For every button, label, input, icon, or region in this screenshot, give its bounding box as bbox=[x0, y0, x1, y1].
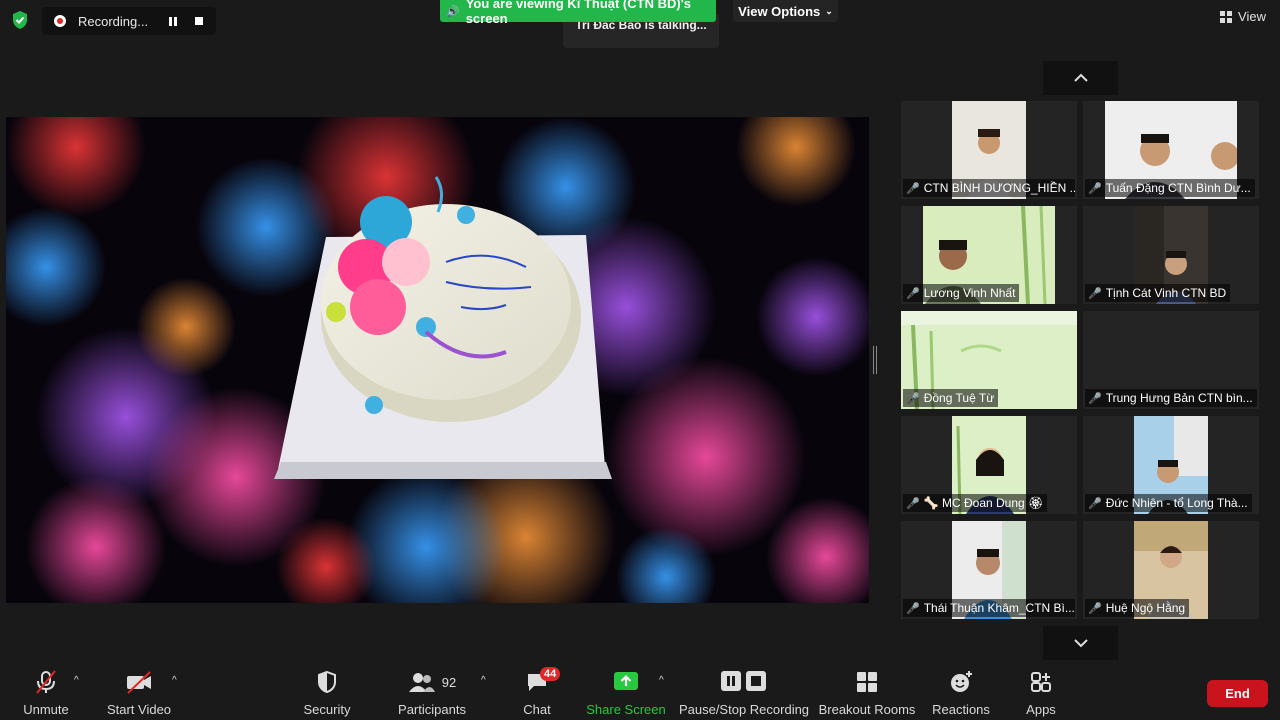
muted-mic-icon: 🎤 bbox=[1088, 287, 1102, 300]
participant-tile[interactable]: 🎤 Thái Thuận Khâm_CTN Bì... bbox=[901, 521, 1077, 619]
participant-tile[interactable]: 🎤 Trung Hưng Bản CTN bìn... bbox=[1083, 311, 1259, 409]
participant-name: 🎤 Tịnh Cát Vinh CTN BD bbox=[1085, 284, 1231, 302]
grid-view-icon bbox=[1220, 10, 1233, 23]
chevron-up-icon bbox=[1073, 73, 1088, 82]
participant-name: 🎤 Lương Vinh Nhất bbox=[903, 284, 1020, 302]
zoom-meeting-window: Recording... Trí Đắc Bảo is talking... 🔊… bbox=[0, 0, 1280, 720]
reactions-icon bbox=[951, 671, 972, 692]
speaker-icon: 🔊 bbox=[446, 5, 460, 18]
participant-tile[interactable]: 🎤 Huệ Ngộ Hằng bbox=[1083, 521, 1259, 619]
participant-name: 🎤 🦴 MC Đoan Dung 🏵 bbox=[903, 494, 1048, 512]
chevron-down-icon bbox=[1073, 639, 1088, 648]
participants-icon bbox=[408, 673, 435, 692]
stop-recording-button[interactable] bbox=[188, 10, 210, 32]
gallery-next-button[interactable] bbox=[1043, 626, 1118, 660]
encryption-shield-icon[interactable] bbox=[8, 8, 32, 32]
pause-icon bbox=[169, 16, 177, 26]
share-screen-button[interactable]: Share Screen bbox=[586, 669, 666, 717]
muted-mic-icon: 🎤 bbox=[906, 182, 920, 195]
participant-name: 🎤 Tuấn Đặng CTN Bình Dư... bbox=[1085, 179, 1255, 197]
participant-tile[interactable]: 🎤 Tịnh Cát Vinh CTN BD bbox=[1083, 206, 1259, 304]
security-button[interactable]: Security bbox=[303, 669, 351, 717]
meeting-toolbar: Unmute ^ Start Video ^ Security 92 Parti… bbox=[0, 661, 1280, 720]
recording-status: Recording... bbox=[42, 7, 216, 35]
video-options-caret-icon[interactable]: ^ bbox=[172, 675, 177, 686]
security-label: Security bbox=[303, 702, 351, 717]
share-screen-icon bbox=[614, 672, 638, 690]
participant-name: 🎤 Trung Hưng Bản CTN bìn... bbox=[1085, 389, 1257, 407]
end-meeting-button[interactable]: End bbox=[1207, 680, 1268, 707]
participant-tile[interactable]: 🎤 Đồng Tuệ Từ bbox=[901, 311, 1077, 409]
security-shield-icon bbox=[318, 670, 336, 694]
recording-label: Recording... bbox=[78, 13, 149, 29]
chevron-down-icon: ⌄ bbox=[825, 5, 833, 16]
recording-control-label: Pause/Stop Recording bbox=[678, 702, 810, 717]
pause-recording-button[interactable] bbox=[162, 10, 184, 32]
shared-screen bbox=[6, 117, 869, 603]
start-video-label: Start Video bbox=[106, 702, 172, 717]
muted-mic-icon: 🎤 bbox=[1088, 392, 1102, 405]
participants-caret-icon[interactable]: ^ bbox=[481, 675, 486, 686]
participant-name: 🎤 Huệ Ngộ Hằng bbox=[1085, 599, 1190, 617]
breakout-rooms-button[interactable]: Breakout Rooms bbox=[818, 669, 916, 717]
viewing-screen-banner: 🔊 You are viewing Kĩ Thuật (CTN BD)'s sc… bbox=[440, 0, 716, 26]
panel-resize-handle[interactable] bbox=[873, 346, 877, 374]
participants-button[interactable]: 92 Participants bbox=[398, 669, 466, 717]
unmute-button[interactable]: Unmute bbox=[22, 669, 70, 717]
pause-stop-recording-button[interactable]: Pause/Stop Recording bbox=[678, 669, 810, 717]
shared-screen-image bbox=[6, 117, 869, 603]
participant-name: 🎤 CTN BÌNH DƯƠNG_HIỀN ... bbox=[903, 179, 1075, 197]
share-screen-label: Share Screen bbox=[586, 702, 666, 717]
participant-tile[interactable]: 🎤 Tuấn Đặng CTN Bình Dư... bbox=[1083, 101, 1259, 199]
unmute-label: Unmute bbox=[23, 702, 69, 717]
breakout-rooms-label: Breakout Rooms bbox=[818, 702, 916, 717]
recording-dot-icon bbox=[54, 15, 66, 27]
muted-mic-icon: 🎤 bbox=[906, 392, 920, 405]
participant-tile[interactable]: 🎤 🦴 MC Đoan Dung 🏵 bbox=[901, 416, 1077, 514]
muted-microphone-icon bbox=[36, 670, 56, 694]
view-options-button[interactable]: View Options ⌄ bbox=[733, 0, 838, 22]
chat-unread-badge: 44 bbox=[540, 667, 561, 681]
reactions-button[interactable]: Reactions bbox=[932, 669, 990, 717]
muted-mic-icon: 🎤 bbox=[906, 602, 920, 615]
end-label: End bbox=[1225, 686, 1250, 701]
participant-name: 🎤 Đức Nhiên - tổ Long Thà... bbox=[1085, 494, 1252, 512]
participant-name: 🎤 Thái Thuận Khâm_CTN Bì... bbox=[903, 599, 1075, 617]
view-label: View bbox=[1238, 9, 1266, 24]
muted-mic-icon: 🎤 bbox=[906, 497, 920, 510]
participant-tile[interactable]: 🎤 Đức Nhiên - tổ Long Thà... bbox=[1083, 416, 1259, 514]
participant-tile[interactable]: 🎤 Lương Vinh Nhất bbox=[901, 206, 1077, 304]
reactions-label: Reactions bbox=[932, 702, 990, 717]
apps-button[interactable]: Apps bbox=[1024, 669, 1058, 717]
share-options-caret-icon[interactable]: ^ bbox=[659, 675, 664, 686]
muted-mic-icon: 🎤 bbox=[1088, 602, 1102, 615]
video-off-icon bbox=[127, 671, 151, 694]
view-options-label: View Options bbox=[738, 3, 821, 19]
stop-icon bbox=[195, 17, 203, 25]
muted-mic-icon: 🎤 bbox=[1088, 182, 1102, 195]
apps-label: Apps bbox=[1026, 702, 1056, 717]
participants-label: Participants bbox=[398, 702, 466, 717]
audio-options-caret-icon[interactable]: ^ bbox=[74, 675, 79, 686]
gallery-prev-button[interactable] bbox=[1043, 61, 1118, 95]
breakout-rooms-icon bbox=[857, 672, 877, 692]
view-button[interactable]: View bbox=[1220, 9, 1266, 24]
participant-name: 🎤 Đồng Tuệ Từ bbox=[903, 389, 999, 407]
muted-mic-icon: 🎤 bbox=[1088, 497, 1102, 510]
participants-count: 92 bbox=[441, 674, 457, 690]
muted-mic-icon: 🎤 bbox=[906, 287, 920, 300]
viewing-banner-text: You are viewing Kĩ Thuật (CTN BD)'s scre… bbox=[465, 0, 692, 26]
apps-icon bbox=[1031, 672, 1051, 692]
start-video-button[interactable]: Start Video bbox=[104, 669, 174, 717]
chat-label: Chat bbox=[523, 702, 551, 717]
pause-stop-icon bbox=[721, 671, 766, 691]
participant-tile[interactable]: 🎤 CTN BÌNH DƯƠNG_HIỀN ... bbox=[901, 101, 1077, 199]
